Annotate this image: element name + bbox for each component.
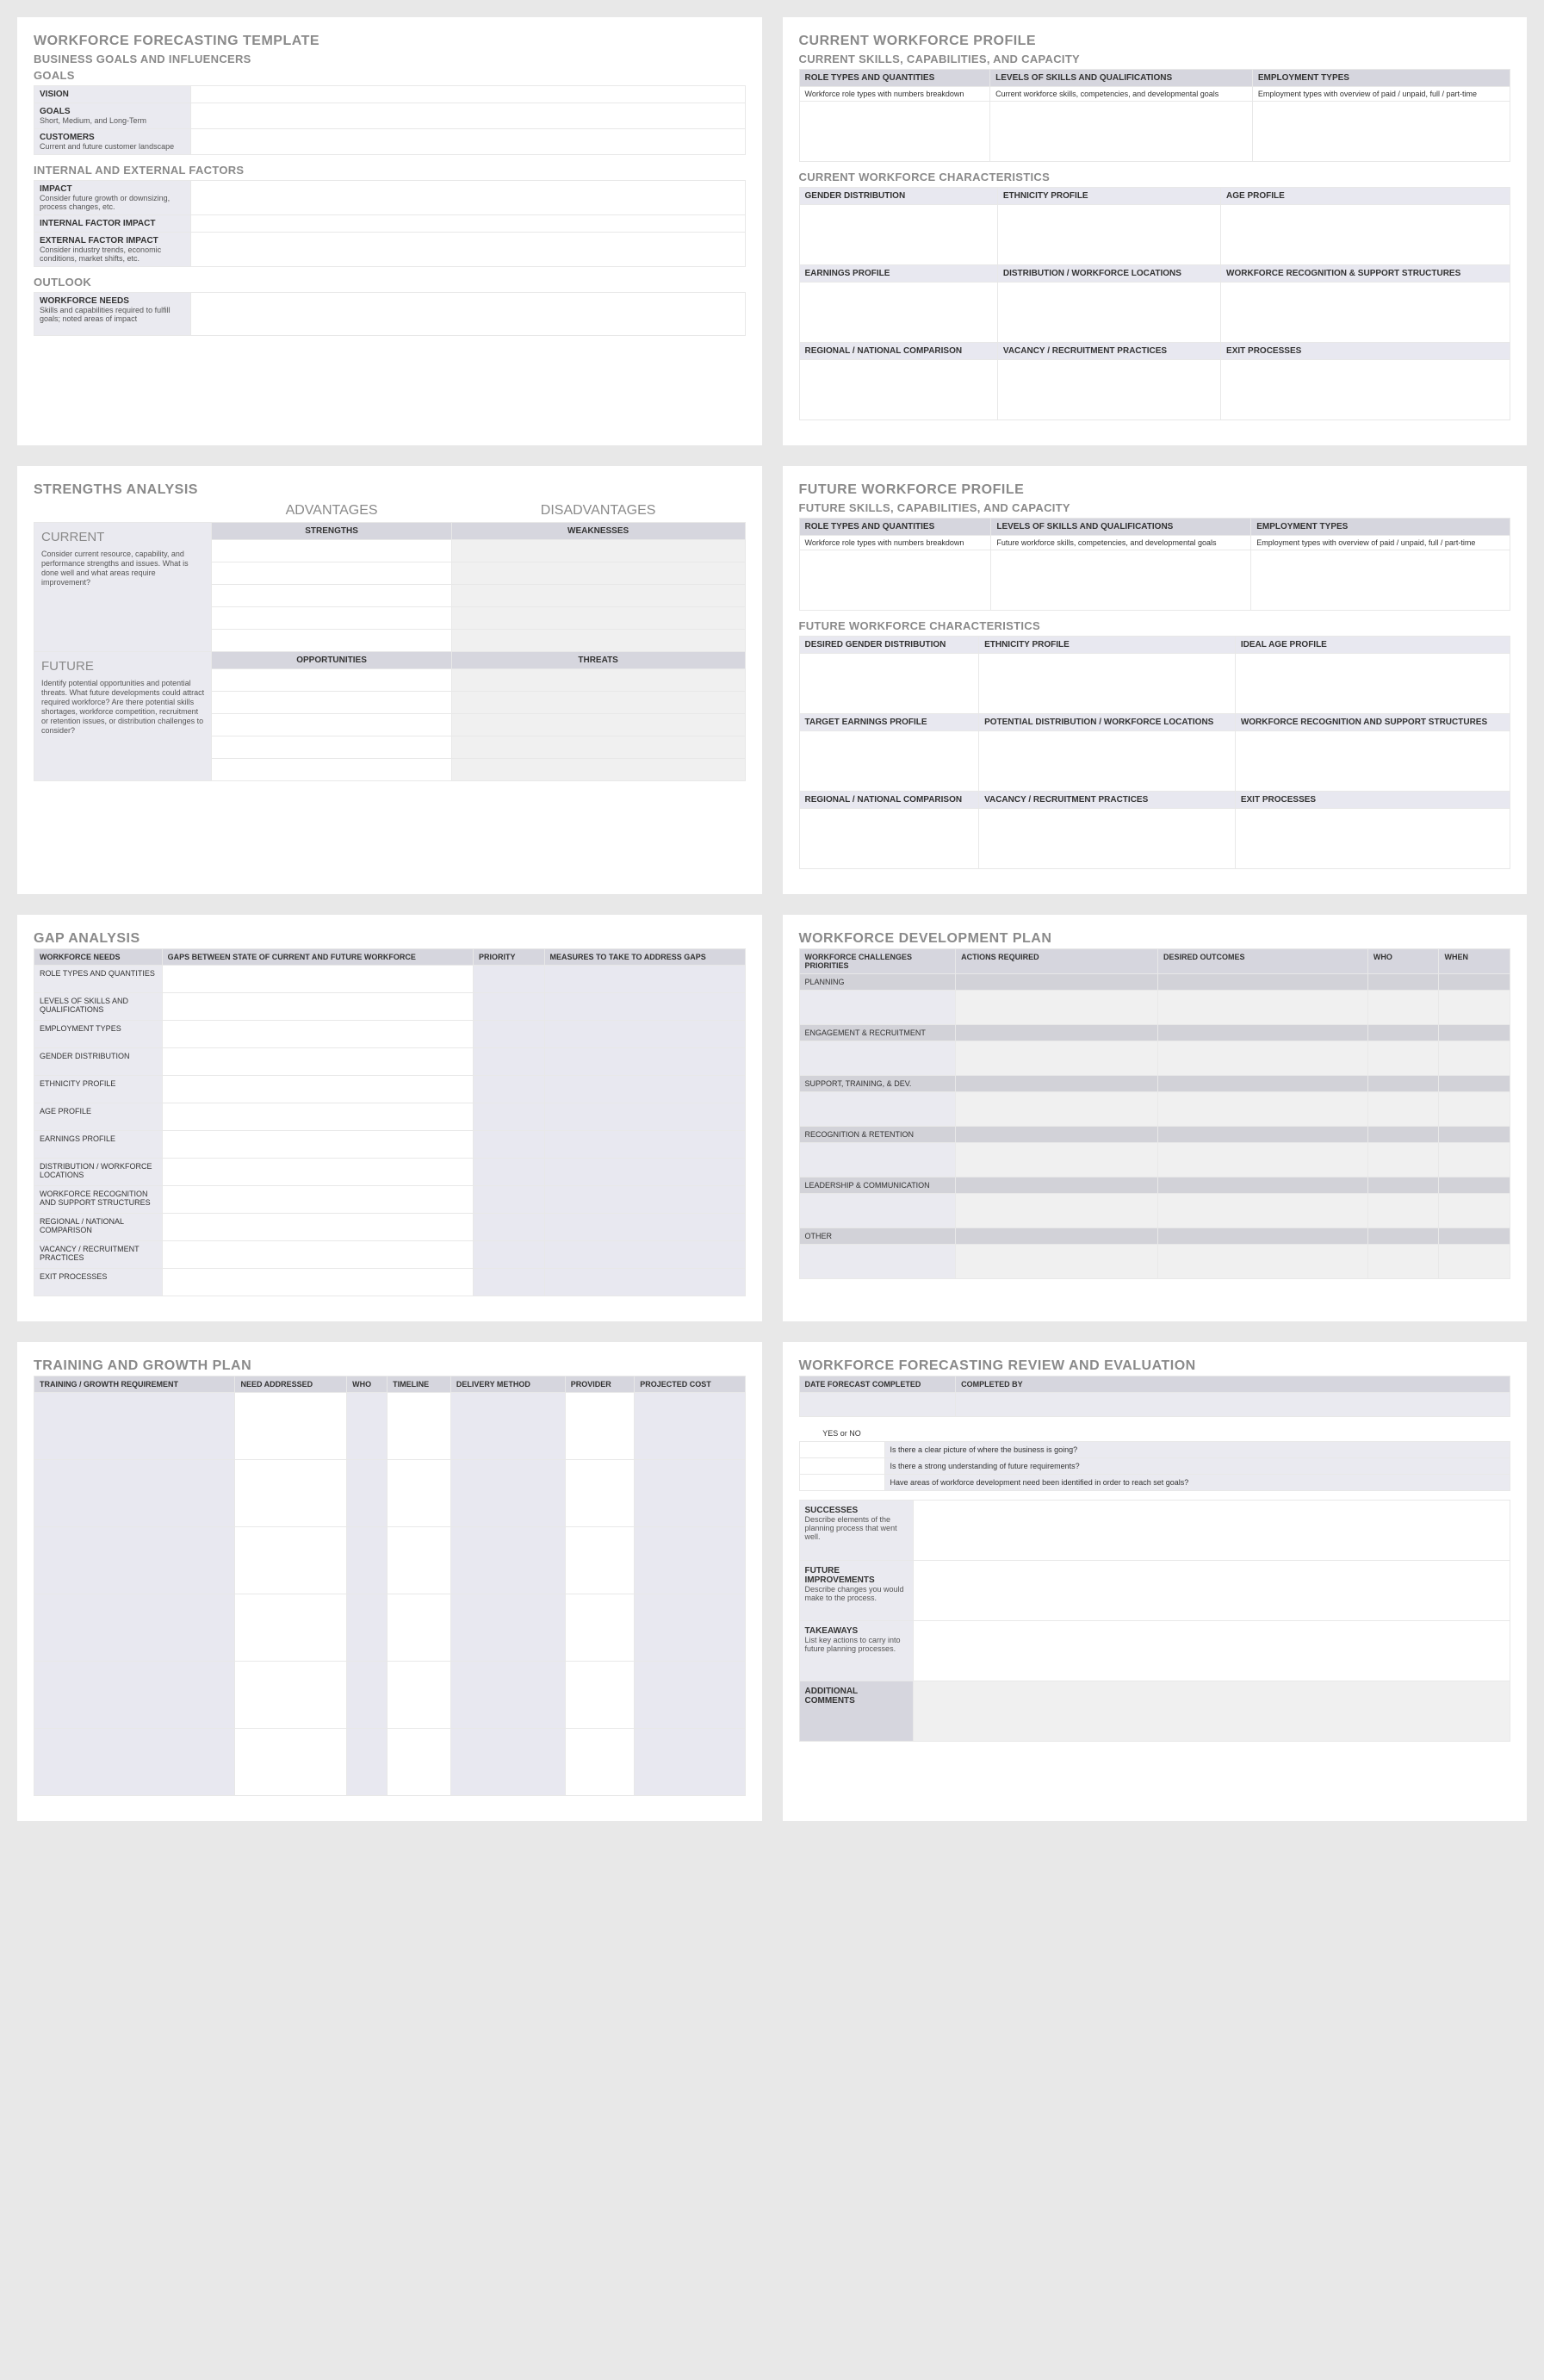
p5-title: GAP ANALYSIS [34,931,746,947]
panel-strengths: STRENGTHS ANALYSIS ADVANTAGESDISADVANTAG… [17,466,762,894]
dev-table: WORKFORCE CHALLENGES PRIORITIESACTIONS R… [799,948,1511,1279]
p4-skills-table: ROLE TYPES AND QUANTITIESLEVELS OF SKILL… [799,518,1511,611]
train-table: TRAINING / GROWTH REQUIREMENT NEED ADDRE… [34,1376,746,1796]
p1-goals-table: VISION GOALSShort, Medium, and Long-Term… [34,85,746,155]
panel-current-profile: CURRENT WORKFORCE PROFILE CURRENT SKILLS… [783,17,1528,445]
p4-char-table: DESIRED GENDER DISTRIBUTIONETHNICITY PRO… [799,636,1511,869]
p2-sub2: CURRENT WORKFORCE CHARACTERISTICS [799,171,1511,183]
p3-title: STRENGTHS ANALYSIS [34,482,746,498]
p8-title: WORKFORCE FORECASTING REVIEW AND EVALUAT… [799,1358,1511,1374]
p4-sub1: FUTURE SKILLS, CAPABILITIES, AND CAPACIT… [799,501,1511,514]
review-rows: SUCCESSESDescribe elements of the planni… [799,1500,1511,1742]
p2-skills-table: ROLE TYPES AND QUANTITIESLEVELS OF SKILL… [799,69,1511,162]
p2-char-table: GENDER DISTRIBUTIONETHNICITY PROFILEAGE … [799,187,1511,420]
p1-goals-h: GOALS [34,69,746,82]
p7-title: TRAINING AND GROWTH PLAN [34,1358,746,1374]
p1-factors-h: INTERNAL AND EXTERNAL FACTORS [34,164,746,177]
p2-title: CURRENT WORKFORCE PROFILE [799,34,1511,49]
gap-table: WORKFORCE NEEDSGAPS BETWEEN STATE OF CUR… [34,948,746,1296]
p4-title: FUTURE WORKFORCE PROFILE [799,482,1511,498]
yesno-table: YES or NO Is there a clear picture of wh… [799,1426,1511,1491]
p2-sub1: CURRENT SKILLS, CAPABILITIES, AND CAPACI… [799,53,1511,65]
panel-future-profile: FUTURE WORKFORCE PROFILE FUTURE SKILLS, … [783,466,1528,894]
panel-dev-plan: WORKFORCE DEVELOPMENT PLAN WORKFORCE CHA… [783,915,1528,1321]
panel-training: TRAINING AND GROWTH PLAN TRAINING / GROW… [17,1342,762,1821]
p1-factors-table: IMPACTConsider future growth or downsizi… [34,180,746,267]
p1-outlook-table: WORKFORCE NEEDSSkills and capabilities r… [34,292,746,336]
p1-sub: BUSINESS GOALS AND INFLUENCERS [34,53,746,65]
swot-table: ADVANTAGESDISADVANTAGES CURRENTConsider … [34,500,746,781]
p1-title: WORKFORCE FORECASTING TEMPLATE [34,34,746,49]
panel-gap: GAP ANALYSIS WORKFORCE NEEDSGAPS BETWEEN… [17,915,762,1321]
panel-review: WORKFORCE FORECASTING REVIEW AND EVALUAT… [783,1342,1528,1821]
panel-business-goals: WORKFORCE FORECASTING TEMPLATE BUSINESS … [17,17,762,445]
p1-outlook-h: OUTLOOK [34,276,746,289]
p4-sub2: FUTURE WORKFORCE CHARACTERISTICS [799,619,1511,632]
template-page: WORKFORCE FORECASTING TEMPLATE BUSINESS … [17,17,1527,1821]
review-top: DATE FORECAST COMPLETEDCOMPLETED BY [799,1376,1511,1417]
p6-title: WORKFORCE DEVELOPMENT PLAN [799,931,1511,947]
